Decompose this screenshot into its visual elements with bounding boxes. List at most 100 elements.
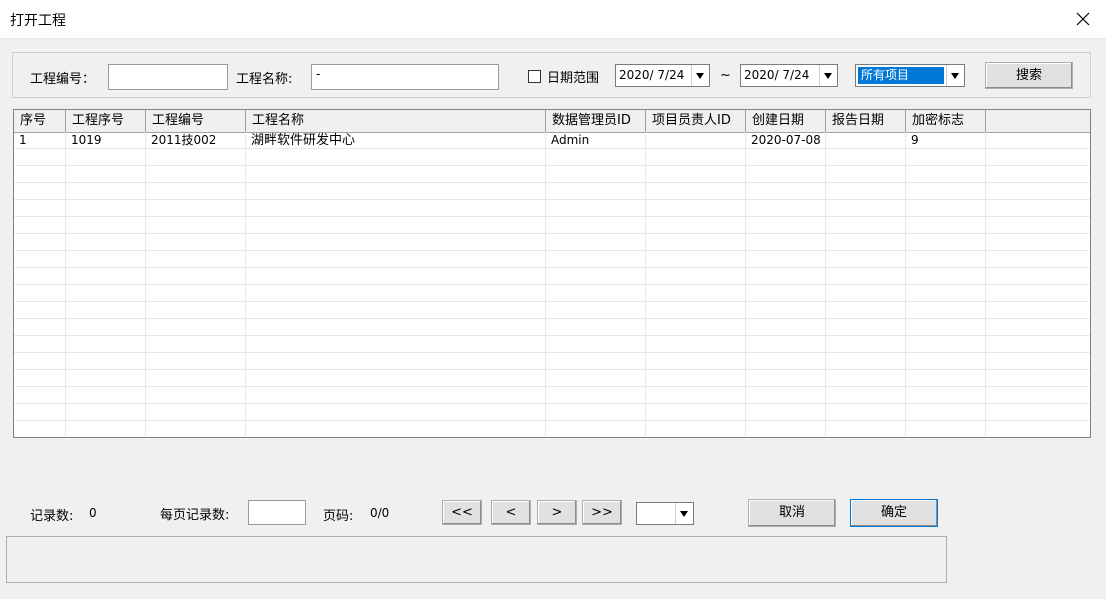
table-cell: 1 bbox=[14, 132, 66, 149]
empty-cell bbox=[826, 387, 906, 404]
column-header[interactable]: 工程序号 bbox=[66, 110, 146, 132]
empty-cell bbox=[66, 421, 146, 437]
cancel-button[interactable]: 取消 bbox=[748, 499, 836, 527]
chevron-down-icon[interactable] bbox=[946, 65, 964, 86]
empty-cell bbox=[906, 268, 986, 285]
first-page-button[interactable]: << bbox=[442, 500, 482, 525]
window-title: 打开工程 bbox=[10, 13, 66, 29]
column-header[interactable]: 项目员责人ID bbox=[646, 110, 746, 132]
empty-cell bbox=[66, 251, 146, 268]
empty-row bbox=[14, 251, 1090, 268]
next-page-button[interactable]: > bbox=[537, 500, 577, 525]
table-cell: Admin bbox=[546, 132, 646, 149]
empty-row bbox=[14, 217, 1090, 234]
empty-cell bbox=[646, 285, 746, 302]
date-to-picker[interactable]: 2020/ 7/24 bbox=[740, 64, 838, 87]
page-label: 页码: bbox=[323, 509, 354, 524]
empty-cell bbox=[246, 387, 546, 404]
empty-cell bbox=[66, 166, 146, 183]
empty-cell bbox=[546, 149, 646, 166]
empty-cell bbox=[246, 353, 546, 370]
page-select[interactable] bbox=[636, 502, 694, 525]
empty-cell bbox=[646, 336, 746, 353]
empty-cell bbox=[246, 200, 546, 217]
table-cell: 2011技002 bbox=[146, 132, 246, 149]
chevron-down-icon[interactable] bbox=[675, 503, 693, 524]
empty-cell bbox=[906, 387, 986, 404]
last-page-button[interactable]: >> bbox=[582, 500, 622, 525]
empty-cell bbox=[826, 217, 906, 234]
empty-cell bbox=[906, 302, 986, 319]
empty-cell bbox=[826, 421, 906, 437]
empty-row bbox=[14, 149, 1090, 166]
empty-cell bbox=[826, 404, 906, 421]
empty-cell bbox=[14, 166, 66, 183]
empty-cell bbox=[14, 387, 66, 404]
empty-row bbox=[14, 370, 1090, 387]
table-row[interactable]: 1 1019 2011技002 湖畔软件研发中心 Admin 2020-07-0… bbox=[14, 132, 1090, 149]
empty-cell bbox=[646, 404, 746, 421]
empty-row bbox=[14, 319, 1090, 336]
empty-cell bbox=[14, 302, 66, 319]
chevron-down-icon[interactable] bbox=[819, 65, 837, 86]
empty-row bbox=[14, 268, 1090, 285]
project-table[interactable]: 序号 工程序号 工程编号 工程名称 数据管理员ID 项目员责人ID 创建日期 报… bbox=[13, 109, 1091, 438]
empty-cell bbox=[246, 319, 546, 336]
empty-cell bbox=[826, 319, 906, 336]
empty-cell bbox=[546, 353, 646, 370]
empty-cell bbox=[546, 268, 646, 285]
ok-button[interactable]: 确定 bbox=[850, 499, 938, 527]
empty-cell bbox=[826, 183, 906, 200]
empty-cell bbox=[646, 387, 746, 404]
empty-cell bbox=[906, 183, 986, 200]
empty-cell bbox=[66, 268, 146, 285]
column-header[interactable]: 创建日期 bbox=[746, 110, 826, 132]
empty-cell bbox=[906, 251, 986, 268]
empty-cell bbox=[14, 200, 66, 217]
empty-row bbox=[14, 183, 1090, 200]
empty-cell bbox=[246, 336, 546, 353]
close-button[interactable] bbox=[1060, 0, 1106, 38]
table-cell: 2020-07-08 bbox=[746, 132, 826, 149]
empty-cell bbox=[746, 217, 826, 234]
project-filter-value: 所有项目 bbox=[858, 67, 944, 84]
empty-cell bbox=[546, 285, 646, 302]
empty-cell bbox=[906, 166, 986, 183]
empty-cell bbox=[746, 149, 826, 166]
empty-cell bbox=[146, 404, 246, 421]
project-no-input[interactable] bbox=[108, 64, 228, 90]
project-name-label: 工程名称: bbox=[236, 72, 293, 87]
column-header[interactable]: 报告日期 bbox=[826, 110, 906, 132]
project-filter-select[interactable]: 所有项目 bbox=[855, 64, 965, 87]
column-header[interactable]: 序号 bbox=[14, 110, 66, 132]
table-body: 1 1019 2011技002 湖畔软件研发中心 Admin 2020-07-0… bbox=[14, 132, 1090, 437]
column-header[interactable]: 工程名称 bbox=[246, 110, 546, 132]
project-name-input[interactable]: - bbox=[311, 64, 499, 90]
empty-cell bbox=[646, 421, 746, 437]
column-header[interactable]: 数据管理员ID bbox=[546, 110, 646, 132]
empty-cell bbox=[906, 319, 986, 336]
empty-cell bbox=[826, 200, 906, 217]
date-range-checkbox[interactable] bbox=[528, 70, 541, 83]
prev-page-button[interactable]: < bbox=[491, 500, 531, 525]
empty-cell bbox=[746, 353, 826, 370]
empty-cell bbox=[546, 370, 646, 387]
empty-cell bbox=[646, 353, 746, 370]
empty-cell bbox=[826, 285, 906, 302]
empty-cell bbox=[146, 234, 246, 251]
empty-cell bbox=[146, 183, 246, 200]
chevron-down-icon[interactable] bbox=[691, 65, 709, 86]
per-page-input[interactable] bbox=[248, 500, 306, 525]
column-header[interactable]: 加密标志 bbox=[906, 110, 986, 132]
table-cell bbox=[826, 132, 906, 149]
empty-cell bbox=[746, 387, 826, 404]
empty-cell bbox=[906, 200, 986, 217]
empty-cell bbox=[66, 217, 146, 234]
column-header[interactable]: 工程编号 bbox=[146, 110, 246, 132]
empty-row bbox=[14, 404, 1090, 421]
empty-cell bbox=[546, 200, 646, 217]
search-button[interactable]: 搜索 bbox=[985, 62, 1073, 89]
title-bar: 打开工程 bbox=[0, 0, 1106, 39]
empty-row bbox=[14, 166, 1090, 183]
date-from-picker[interactable]: 2020/ 7/24 bbox=[615, 64, 710, 87]
